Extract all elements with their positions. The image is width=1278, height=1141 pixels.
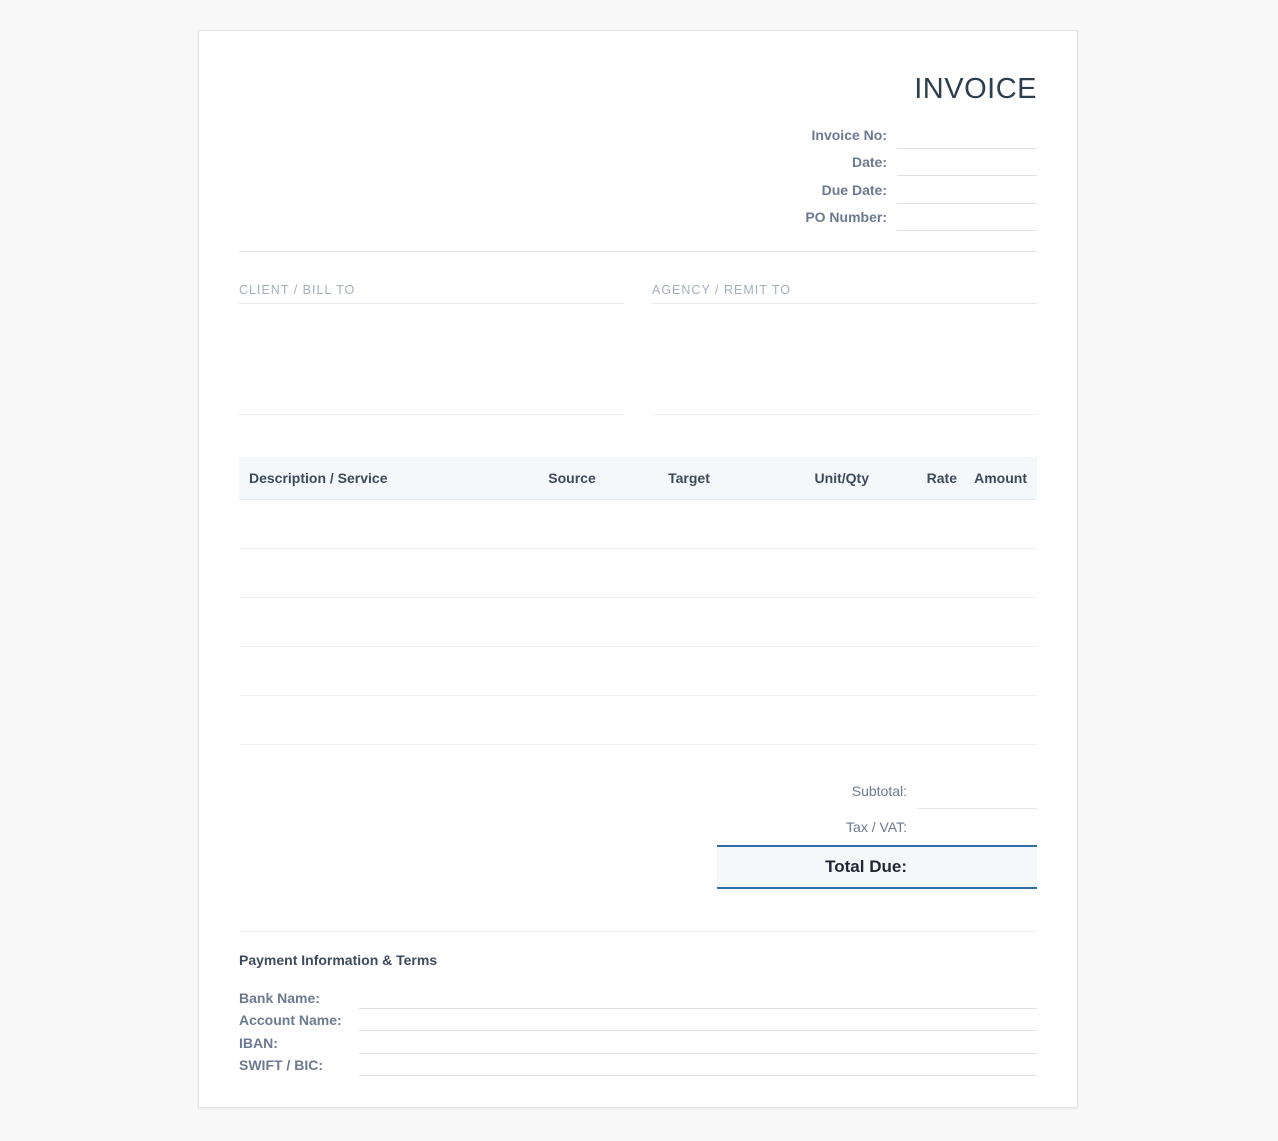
date-field[interactable] xyxy=(897,149,1037,176)
swift-row: SWIFT / BIC: xyxy=(239,1054,1037,1076)
table-row[interactable] xyxy=(239,500,1037,549)
due-date-field[interactable] xyxy=(897,176,1037,204)
iban-field[interactable] xyxy=(359,1031,1037,1054)
agency-label: AGENCY / REMIT TO xyxy=(652,283,1037,304)
payment-divider xyxy=(239,931,1037,932)
iban-row: IBAN: xyxy=(239,1031,1037,1054)
invoice-number-field[interactable] xyxy=(897,121,1037,149)
invoice-number-row: Invoice No: xyxy=(717,121,1037,149)
po-number-label: PO Number: xyxy=(805,209,887,225)
tax-label: Tax / VAT: xyxy=(846,819,907,835)
column-target: Target xyxy=(668,470,710,486)
client-section: CLIENT / BILL TO xyxy=(239,283,624,415)
invoice-number-label: Invoice No: xyxy=(811,126,887,143)
table-header: Description / Service Source Target Unit… xyxy=(239,457,1037,500)
account-name-row: Account Name: xyxy=(239,1009,1037,1031)
subtotal-field[interactable] xyxy=(917,773,1037,809)
due-date-row: Due Date: xyxy=(717,176,1037,204)
column-unit-qty: Unit/Qty xyxy=(814,470,869,486)
column-description: Description / Service xyxy=(249,470,388,486)
po-number-field[interactable] xyxy=(897,204,1037,231)
table-row[interactable] xyxy=(239,598,1037,647)
po-number-row: PO Number: xyxy=(717,204,1037,231)
column-source: Source xyxy=(548,470,596,486)
invoice-meta: Invoice No: Date: Due Date: PO Number: xyxy=(717,121,1037,231)
invoice-sheet: INVOICE Invoice No: Date: Due Date: PO N… xyxy=(198,30,1078,1108)
bank-name-label: Bank Name: xyxy=(239,989,320,1006)
swift-label: SWIFT / BIC: xyxy=(239,1057,323,1073)
subtotal-row: Subtotal: xyxy=(717,773,1037,809)
payment-title: Payment Information & Terms xyxy=(239,952,438,968)
agency-section: AGENCY / REMIT TO xyxy=(652,283,1037,415)
column-rate: Rate xyxy=(926,470,957,486)
total-due-label: Total Due: xyxy=(825,857,907,876)
subtotal-label: Subtotal: xyxy=(851,783,907,799)
tax-field[interactable] xyxy=(917,809,1037,845)
table-row[interactable] xyxy=(239,549,1037,598)
client-field[interactable] xyxy=(239,304,624,415)
invoice-content: INVOICE Invoice No: Date: Due Date: PO N… xyxy=(239,31,1037,1107)
agency-field[interactable] xyxy=(652,304,1037,415)
account-name-label: Account Name: xyxy=(239,1012,342,1028)
iban-label: IBAN: xyxy=(239,1034,278,1051)
bank-name-field[interactable] xyxy=(359,986,1037,1009)
table-row[interactable] xyxy=(239,696,1037,745)
tax-row: Tax / VAT: xyxy=(717,809,1037,845)
swift-field[interactable] xyxy=(359,1054,1037,1076)
due-date-label: Due Date: xyxy=(821,181,887,198)
client-label: CLIENT / BILL TO xyxy=(239,283,624,304)
total-due-field[interactable] xyxy=(917,847,1037,887)
account-name-field[interactable] xyxy=(359,1009,1037,1031)
column-amount: Amount xyxy=(974,470,1027,486)
total-due-row: Total Due: xyxy=(717,845,1037,889)
invoice-title: INVOICE xyxy=(914,73,1037,105)
header-divider xyxy=(239,251,1037,252)
line-items-table: Description / Service Source Target Unit… xyxy=(239,457,1037,745)
totals-section: Subtotal: Tax / VAT: Total Due: xyxy=(717,773,1037,889)
table-row[interactable] xyxy=(239,647,1037,696)
date-row: Date: xyxy=(717,149,1037,176)
bank-name-row: Bank Name: xyxy=(239,986,1037,1009)
date-label: Date: xyxy=(851,154,887,170)
payment-section: Payment Information & Terms Bank Name: A… xyxy=(239,952,1037,1076)
